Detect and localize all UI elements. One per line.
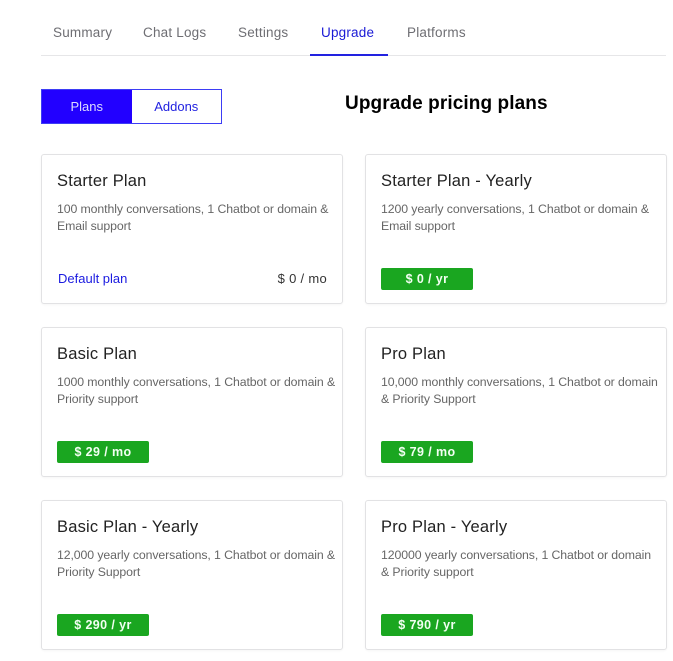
plan-card-basic-yearly: Basic Plan - Yearly 12,000 yearly conver… (41, 500, 343, 650)
tab-settings[interactable]: Settings (238, 25, 288, 40)
plan-title: Basic Plan (57, 345, 137, 363)
addons-toggle-button[interactable]: Addons (131, 90, 221, 123)
plan-title: Pro Plan - Yearly (381, 518, 508, 536)
plan-price-button[interactable]: $ 790 / yr (381, 614, 473, 636)
plan-card-pro: Pro Plan 10,000 monthly conversations, 1… (365, 327, 667, 477)
plan-card-starter-yearly: Starter Plan - Yearly 1200 yearly conver… (365, 154, 667, 304)
plan-card-pro-yearly: Pro Plan - Yearly 120000 yearly conversa… (365, 500, 667, 650)
plan-title: Pro Plan (381, 345, 446, 363)
plan-card-basic: Basic Plan 1000 monthly conversations, 1… (41, 327, 343, 477)
plan-title: Starter Plan - Yearly (381, 172, 532, 190)
tab-summary[interactable]: Summary (53, 25, 112, 40)
active-tab-indicator (310, 54, 388, 56)
plan-price-button[interactable]: $ 290 / yr (57, 614, 149, 636)
plan-price-button[interactable]: $ 79 / mo (381, 441, 473, 463)
plan-card-starter: Starter Plan 100 monthly conversations, … (41, 154, 343, 304)
plans-toggle-button[interactable]: Plans (42, 90, 132, 123)
plan-description: 12,000 yearly conversations, 1 Chatbot o… (57, 548, 335, 579)
plan-description: 100 monthly conversations, 1 Chatbot or … (57, 202, 329, 233)
plan-description: 1000 monthly conversations, 1 Chatbot or… (57, 375, 336, 406)
plan-price: $ 0 / mo (277, 271, 327, 286)
page-title: Upgrade pricing plans (345, 93, 548, 114)
tab-chat-logs[interactable]: Chat Logs (143, 25, 206, 40)
plan-description: 120000 yearly conversations, 1 Chatbot o… (381, 548, 651, 579)
tab-upgrade[interactable]: Upgrade (321, 25, 374, 40)
plan-price-button[interactable]: $ 0 / yr (381, 268, 473, 290)
plan-price-button[interactable]: $ 29 / mo (57, 441, 149, 463)
plan-description: 10,000 monthly conversations, 1 Chatbot … (381, 375, 658, 406)
default-plan-link[interactable]: Default plan (58, 271, 127, 286)
plan-title: Basic Plan - Yearly (57, 518, 199, 536)
plan-title: Starter Plan (57, 172, 147, 190)
plan-description: 1200 yearly conversations, 1 Chatbot or … (381, 202, 649, 233)
tab-bar: Summary Chat Logs Settings Upgrade Platf… (41, 18, 666, 56)
plans-addons-toggle: Plans Addons (41, 89, 222, 124)
tab-platforms[interactable]: Platforms (407, 25, 466, 40)
